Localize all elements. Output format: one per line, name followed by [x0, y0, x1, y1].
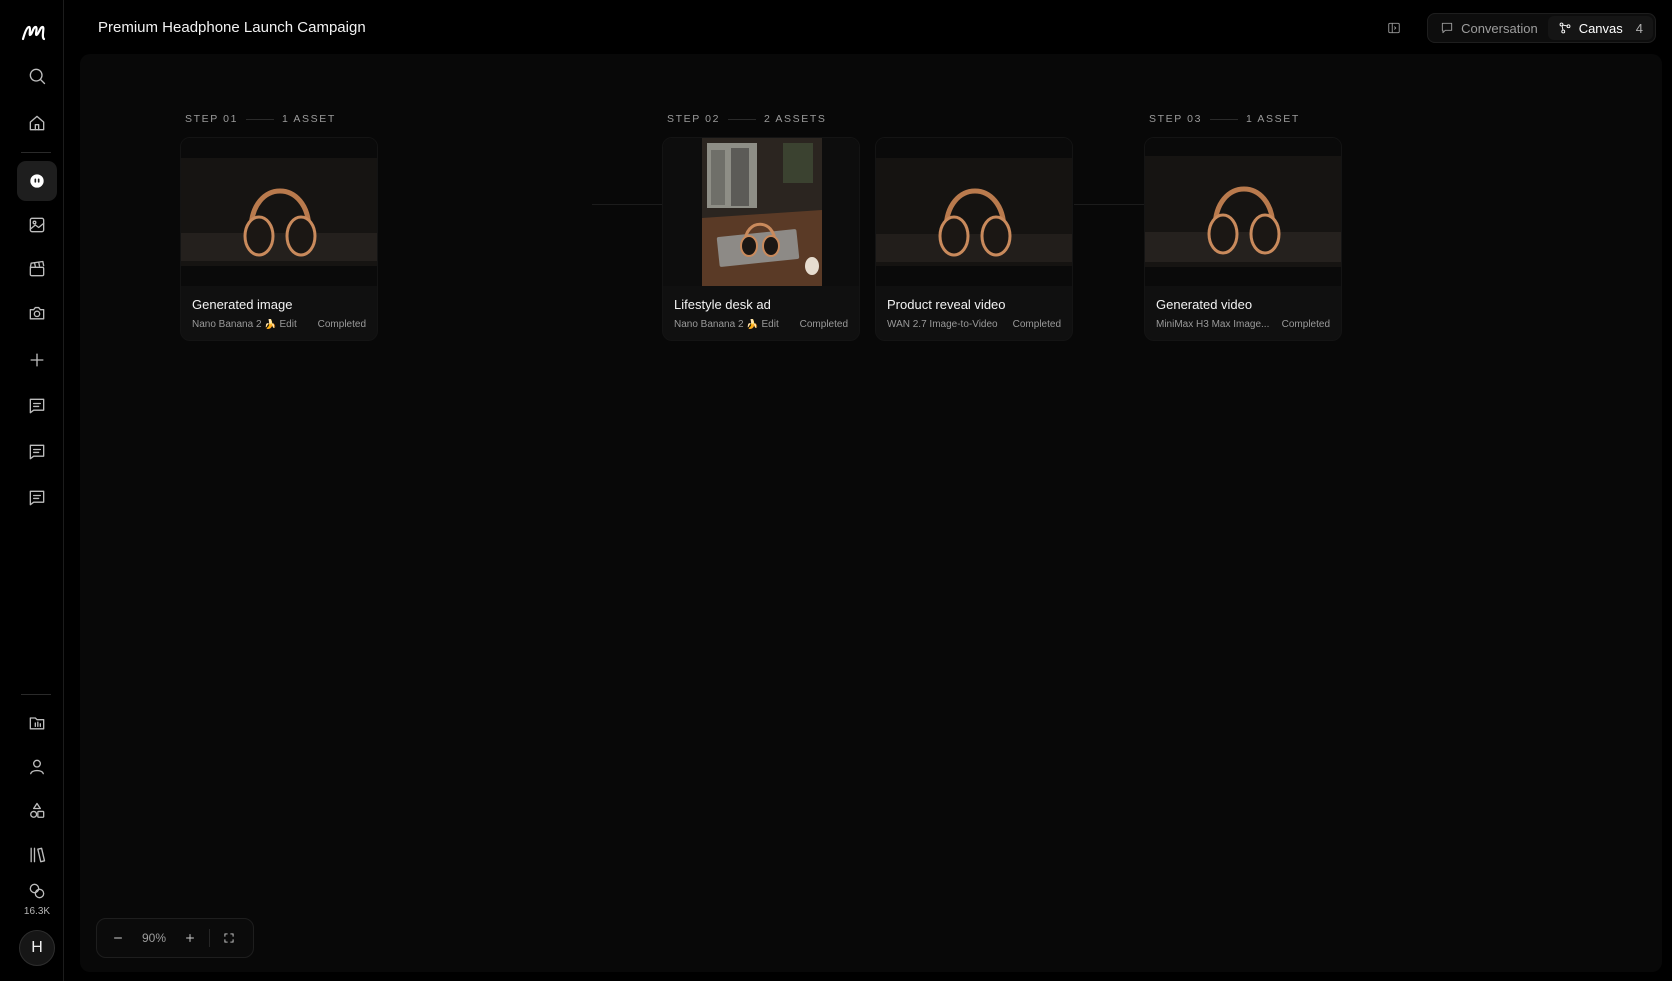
shapes-icon[interactable] — [17, 791, 57, 831]
step-label: STEP 03 — [1149, 113, 1203, 125]
lifestyle-desk-image — [663, 138, 859, 286]
tab-conversation-label: Conversation — [1461, 20, 1538, 36]
video-clapper-icon[interactable] — [17, 249, 57, 289]
canvas-icon — [1559, 22, 1571, 34]
flow-connector — [1074, 204, 1144, 205]
canvas-workspace[interactable]: STEP 01 1 ASSET STEP 02 2 ASSETS STEP 03… — [80, 54, 1662, 972]
tab-canvas-label: Canvas — [1578, 20, 1623, 36]
sidebar: 16.3K H — [0, 0, 64, 981]
asset-meta: Nano Banana 2 🍌 Edit Completed — [674, 319, 848, 330]
asset-card[interactable]: Product reveal video WAN 2.7 Image-to-Vi… — [875, 137, 1073, 341]
asset-thumbnail[interactable] — [1145, 138, 1341, 286]
chat-icon[interactable] — [17, 386, 57, 426]
header: Premium Headphone Launch Campaign Conver… — [65, 0, 1672, 54]
asset-model: WAN 2.7 Image-to-Video — [887, 319, 998, 330]
asset-card[interactable]: Generated video MiniMax H3 Max Image... … — [1144, 137, 1342, 341]
step-header: STEP 01 1 ASSET — [185, 113, 336, 125]
step-label: STEP 02 — [667, 113, 721, 125]
zoom-controls: 90% — [96, 918, 254, 958]
product-reveal-video-thumbnail — [876, 138, 1072, 286]
search-icon[interactable] — [17, 56, 57, 96]
asset-thumbnail[interactable] — [181, 138, 377, 286]
credits-count: 16.3K — [23, 906, 51, 917]
avatar[interactable]: H — [19, 930, 55, 966]
asset-thumbnail[interactable] — [663, 138, 859, 286]
step-divider — [728, 118, 757, 120]
zoom-level: 90% — [141, 931, 167, 945]
brand-logo-icon[interactable] — [20, 18, 48, 46]
credits-coins-icon[interactable] — [17, 877, 57, 905]
camera-icon[interactable] — [17, 293, 57, 333]
asset-card[interactable]: Lifestyle desk ad Nano Banana 2 🍌 Edit C… — [662, 137, 860, 341]
step-asset-count: 1 ASSET — [282, 113, 336, 125]
plus-icon[interactable] — [17, 340, 57, 380]
chat-icon[interactable] — [17, 432, 57, 472]
asset-card[interactable]: Generated image Nano Banana 2 🍌 Edit Com… — [180, 137, 378, 341]
status-badge: Completed — [1281, 319, 1330, 330]
status-badge: Completed — [317, 319, 366, 330]
status-badge: Completed — [799, 319, 848, 330]
home-icon[interactable] — [17, 103, 57, 143]
tab-canvas[interactable]: Canvas 4 — [1547, 16, 1653, 40]
fit-to-screen-button[interactable] — [214, 924, 244, 952]
tab-conversation[interactable]: Conversation — [1430, 16, 1548, 40]
asset-thumbnail[interactable] — [876, 138, 1072, 286]
asset-meta: WAN 2.7 Image-to-Video Completed — [887, 319, 1061, 330]
plus-icon — [186, 934, 194, 942]
conversation-icon — [1441, 22, 1453, 34]
library-icon[interactable] — [17, 835, 57, 875]
status-badge: Completed — [1012, 319, 1061, 330]
zoom-in-button[interactable] — [175, 924, 205, 952]
agent-icon[interactable] — [17, 161, 57, 201]
asset-title: Generated image — [192, 297, 293, 312]
canvas-count-badge: 4 — [1635, 20, 1643, 36]
asset-model: Nano Banana 2 🍌 Edit — [192, 319, 297, 330]
step-header: STEP 03 1 ASSET — [1149, 113, 1300, 125]
user-icon[interactable] — [17, 747, 57, 787]
sidebar-divider — [21, 694, 51, 695]
flow-connector — [592, 204, 662, 205]
asset-model: MiniMax H3 Max Image... — [1156, 319, 1270, 330]
generated-video-thumbnail — [1145, 138, 1341, 286]
asset-title: Product reveal video — [887, 297, 1006, 312]
minus-icon — [114, 937, 122, 939]
step-divider — [1210, 118, 1239, 120]
asset-model: Nano Banana 2 🍌 Edit — [674, 319, 779, 330]
headphone-render-image — [181, 138, 377, 286]
zoom-divider — [209, 929, 210, 947]
asset-meta: MiniMax H3 Max Image... Completed — [1156, 319, 1330, 330]
page-title: Premium Headphone Launch Campaign — [98, 19, 366, 36]
chat-icon[interactable] — [17, 478, 57, 518]
asset-title: Generated video — [1156, 297, 1253, 312]
step-label: STEP 01 — [185, 113, 239, 125]
zoom-out-button[interactable] — [103, 924, 133, 952]
sidebar-divider — [21, 152, 51, 153]
folder-icon[interactable] — [17, 703, 57, 743]
step-asset-count: 1 ASSET — [1246, 113, 1300, 125]
asset-title: Lifestyle desk ad — [674, 297, 771, 312]
step-asset-count: 2 ASSETS — [764, 113, 827, 125]
step-header: STEP 02 2 ASSETS — [667, 113, 826, 125]
panel-toggle-icon[interactable] — [1381, 15, 1407, 41]
image-icon[interactable] — [17, 205, 57, 245]
asset-meta: Nano Banana 2 🍌 Edit Completed — [192, 319, 366, 330]
fullscreen-icon — [224, 933, 234, 943]
header-controls: Conversation Canvas 4 — [1381, 13, 1656, 43]
step-divider — [246, 118, 275, 120]
view-switcher: Conversation Canvas 4 — [1427, 13, 1656, 43]
